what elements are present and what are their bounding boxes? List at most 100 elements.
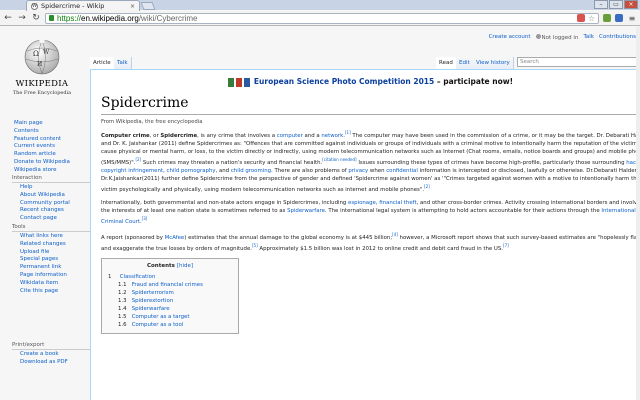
toc-item[interactable]: 1.3 Spiderextortion: [108, 297, 232, 305]
link-copyright-infringement[interactable]: copyright infringement: [101, 168, 163, 174]
sidebar-item-wikidata-item[interactable]: Wikidata item: [20, 280, 92, 288]
sidebar-item-contents[interactable]: Contents: [14, 128, 92, 136]
toc-item[interactable]: 1.6 Computer as a tool: [108, 321, 232, 329]
sidebar-print: Print/export Create a book Download as PD…: [12, 342, 92, 367]
sidebar-item-upload-file[interactable]: Upload file: [20, 249, 92, 257]
wikipedia-favicon-icon: W: [31, 2, 38, 10]
link-privacy[interactable]: privacy: [348, 168, 368, 174]
sidebar-item-contact-page[interactable]: Contact page: [20, 215, 92, 223]
toc-item-label[interactable]: Computer as a tool: [132, 322, 184, 328]
toc-item-number: 1.3: [118, 297, 127, 304]
search-input[interactable]: Search: [517, 57, 637, 67]
not-logged-in-text: Not logged in: [535, 34, 578, 41]
page-title: Spidercrime: [101, 95, 640, 115]
toc-item-label[interactable]: Fraud and financial crimes: [132, 282, 203, 288]
new-tab-button[interactable]: [140, 2, 156, 10]
toc-item-label[interactable]: Spiderextortion: [132, 298, 174, 304]
sidebar-item-community-portal[interactable]: Community portal: [20, 200, 92, 208]
create-account-link[interactable]: Create account: [489, 34, 531, 41]
tab-edit[interactable]: Edit: [456, 57, 474, 69]
sidebar-item-main-page[interactable]: Main page: [14, 120, 92, 128]
reload-icon[interactable]: ↻: [31, 13, 41, 23]
sidebar-item-wikipedia-store[interactable]: Wikipedia store: [14, 167, 92, 175]
citation-needed[interactable]: [citation needed]: [322, 157, 356, 162]
toc-item[interactable]: 1.2 Spiderterrorism: [108, 289, 232, 297]
toc-heading: Contents [hide]: [146, 262, 194, 269]
link-child-grooming[interactable]: child grooming: [231, 168, 271, 174]
lock-icon: [49, 15, 54, 21]
sidebar-item-special-pages[interactable]: Special pages: [20, 256, 92, 264]
link-network[interactable]: network: [321, 133, 343, 139]
link-child-pornography[interactable]: child pornography: [166, 168, 215, 174]
wikipedia-logo[interactable]: Ω W И WIKIPEDIA The Free Encyclopedia: [12, 37, 72, 96]
address-bar[interactable]: https://en.wikipedia.org/wiki/Cybercrime…: [45, 12, 599, 24]
sidebar-item-related-changes[interactable]: Related changes: [20, 241, 92, 249]
extension-red-icon[interactable]: [576, 14, 585, 22]
site-notice-banner: European Science Photo Competition 2015 …: [101, 77, 640, 89]
sidebar-item-about-wikipedia[interactable]: About Wikipedia: [20, 192, 92, 200]
photo-competition-link[interactable]: European Science Photo Competition 2015: [254, 77, 434, 86]
sidebar-item-recent-changes[interactable]: Recent changes: [20, 207, 92, 215]
extension-blue-icon[interactable]: [615, 14, 623, 22]
sidebar-item-current-events[interactable]: Current events: [14, 143, 92, 151]
tab-title: Spidercrime - Wikip: [41, 2, 105, 10]
scrollbar[interactable]: [636, 27, 640, 400]
tab-view-history[interactable]: View history: [473, 57, 514, 69]
tab-talk[interactable]: Talk: [114, 57, 132, 69]
toc-item-number: 1.4: [118, 305, 127, 312]
sidebar-item-random-article[interactable]: Random article: [14, 151, 92, 159]
sidebar-heading-tools: Tools: [12, 224, 92, 232]
browser-tab[interactable]: W Spidercrime - Wikip ×: [26, 0, 140, 11]
tab-read[interactable]: Read: [436, 57, 457, 69]
toc-item-label[interactable]: Spiderwarfare: [132, 306, 170, 312]
toc-item-label[interactable]: Computer as a target: [132, 314, 190, 320]
toc-hide-link[interactable]: [hide]: [177, 263, 193, 269]
sidebar-item-cite-this-page[interactable]: Cite this page: [20, 288, 92, 296]
wikipedia-tagline: The Free Encyclopedia: [12, 90, 72, 96]
menu-icon[interactable]: ≡: [627, 14, 637, 23]
maximize-button[interactable]: ▭: [609, 0, 623, 9]
sidebar-item-donate-to-wikipedia[interactable]: Donate to Wikipedia: [14, 159, 92, 167]
toc-item[interactable]: 1.1 Fraud and financial crimes: [108, 281, 232, 289]
link-mcafee[interactable]: McAfee: [165, 235, 185, 241]
link-spiderwarfare[interactable]: Spiderwarfare: [287, 208, 325, 214]
url-text[interactable]: https://en.wikipedia.org/wiki/Cybercrime: [57, 14, 198, 23]
toc-item-number: 1: [108, 273, 112, 280]
link-computer[interactable]: computer: [277, 133, 303, 139]
talk-link[interactable]: Talk: [583, 34, 594, 41]
extension-green-icon[interactable]: [603, 14, 611, 22]
tab-close-icon[interactable]: ×: [130, 3, 135, 10]
tab-article[interactable]: Article: [90, 57, 115, 69]
article-paragraph-1: Computer crime, or Spidercrime, is any c…: [101, 129, 640, 194]
toc-item-number: 1.5: [118, 313, 127, 320]
toc-item-label[interactable]: Spiderterrorism: [132, 290, 174, 296]
wikipedia-wordmark: WIKIPEDIA: [15, 79, 69, 89]
toc-item[interactable]: 1.4 Spiderwarfare: [108, 305, 232, 313]
sidebar-item-help[interactable]: Help: [20, 184, 92, 192]
sidebar-item-featured-content[interactable]: Featured content: [14, 136, 92, 144]
svg-text:W: W: [43, 49, 50, 56]
citation-2b[interactable]: [2]: [424, 184, 430, 189]
minimize-button[interactable]: –: [594, 0, 608, 9]
citation-7[interactable]: [7]: [503, 243, 509, 248]
toc-item[interactable]: 1 Classification: [108, 273, 232, 281]
citation-3[interactable]: [3]: [142, 216, 148, 221]
toc-item-label[interactable]: Classification: [120, 274, 156, 280]
link-espionage[interactable]: espionage: [348, 200, 376, 206]
puzzle-globe-icon: Ω W И: [24, 39, 60, 75]
bookmark-star-icon[interactable]: ☆: [588, 14, 595, 23]
sidebar-item-page-information[interactable]: Page information: [20, 272, 92, 280]
sidebar-item-what-links-here[interactable]: What links here: [20, 233, 92, 241]
toc-item[interactable]: 1.5 Computer as a target: [108, 313, 232, 321]
forward-arrow-icon[interactable]: →: [17, 13, 27, 23]
link-financial-theft[interactable]: financial theft: [379, 200, 416, 206]
sidebar-item-create-a-book[interactable]: Create a book: [20, 351, 92, 359]
toc-item-number: 1.1: [118, 281, 127, 288]
link-confidential[interactable]: confidential: [386, 168, 418, 174]
sidebar-item-download-as-pdf[interactable]: Download as PDF: [20, 359, 92, 367]
back-arrow-icon[interactable]: ←: [3, 13, 13, 23]
close-window-button[interactable]: ×: [624, 0, 638, 9]
contributions-link[interactable]: Contributions: [599, 34, 636, 41]
sidebar-item-permanent-link[interactable]: Permanent link: [20, 264, 92, 272]
from-wikipedia-note: From Wikipedia, the free encyclopedia: [101, 119, 203, 125]
